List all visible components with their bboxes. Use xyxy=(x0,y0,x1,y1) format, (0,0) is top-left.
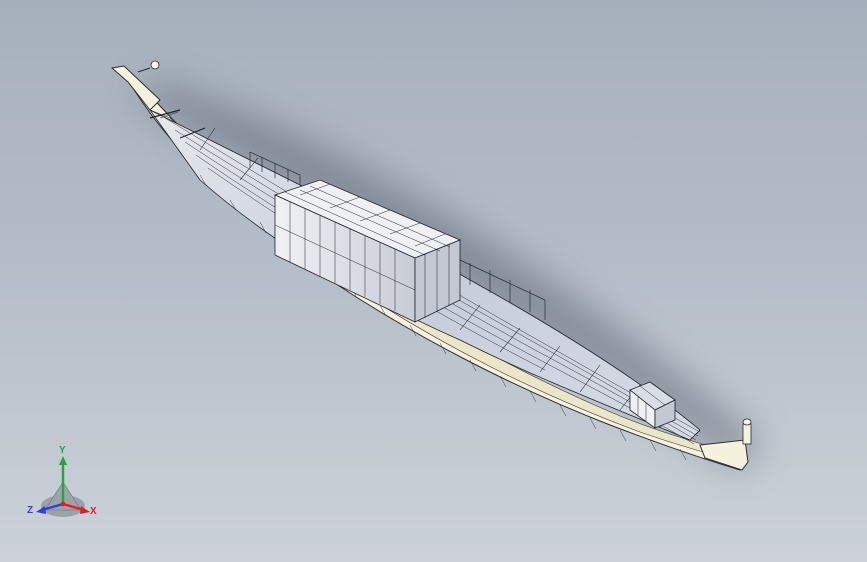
stern-finial xyxy=(742,418,752,426)
boat-model-view[interactable] xyxy=(0,0,867,562)
bow-finial xyxy=(150,60,160,70)
y-axis-label: Y xyxy=(59,445,66,456)
triad-graphic xyxy=(36,456,90,517)
y-axis-arrow-icon xyxy=(59,456,67,465)
x-axis-arrow-icon xyxy=(80,506,90,514)
bow-finial-stem xyxy=(137,67,151,73)
graphics-viewport[interactable]: Y Z X xyxy=(0,0,867,562)
x-axis-label: X xyxy=(90,506,97,517)
z-axis-arrow-icon xyxy=(36,506,46,514)
z-axis-label: Z xyxy=(27,505,34,516)
stern-post xyxy=(742,423,752,445)
orientation-triad[interactable]: Y Z X xyxy=(22,446,112,526)
triad-origin xyxy=(60,501,66,507)
